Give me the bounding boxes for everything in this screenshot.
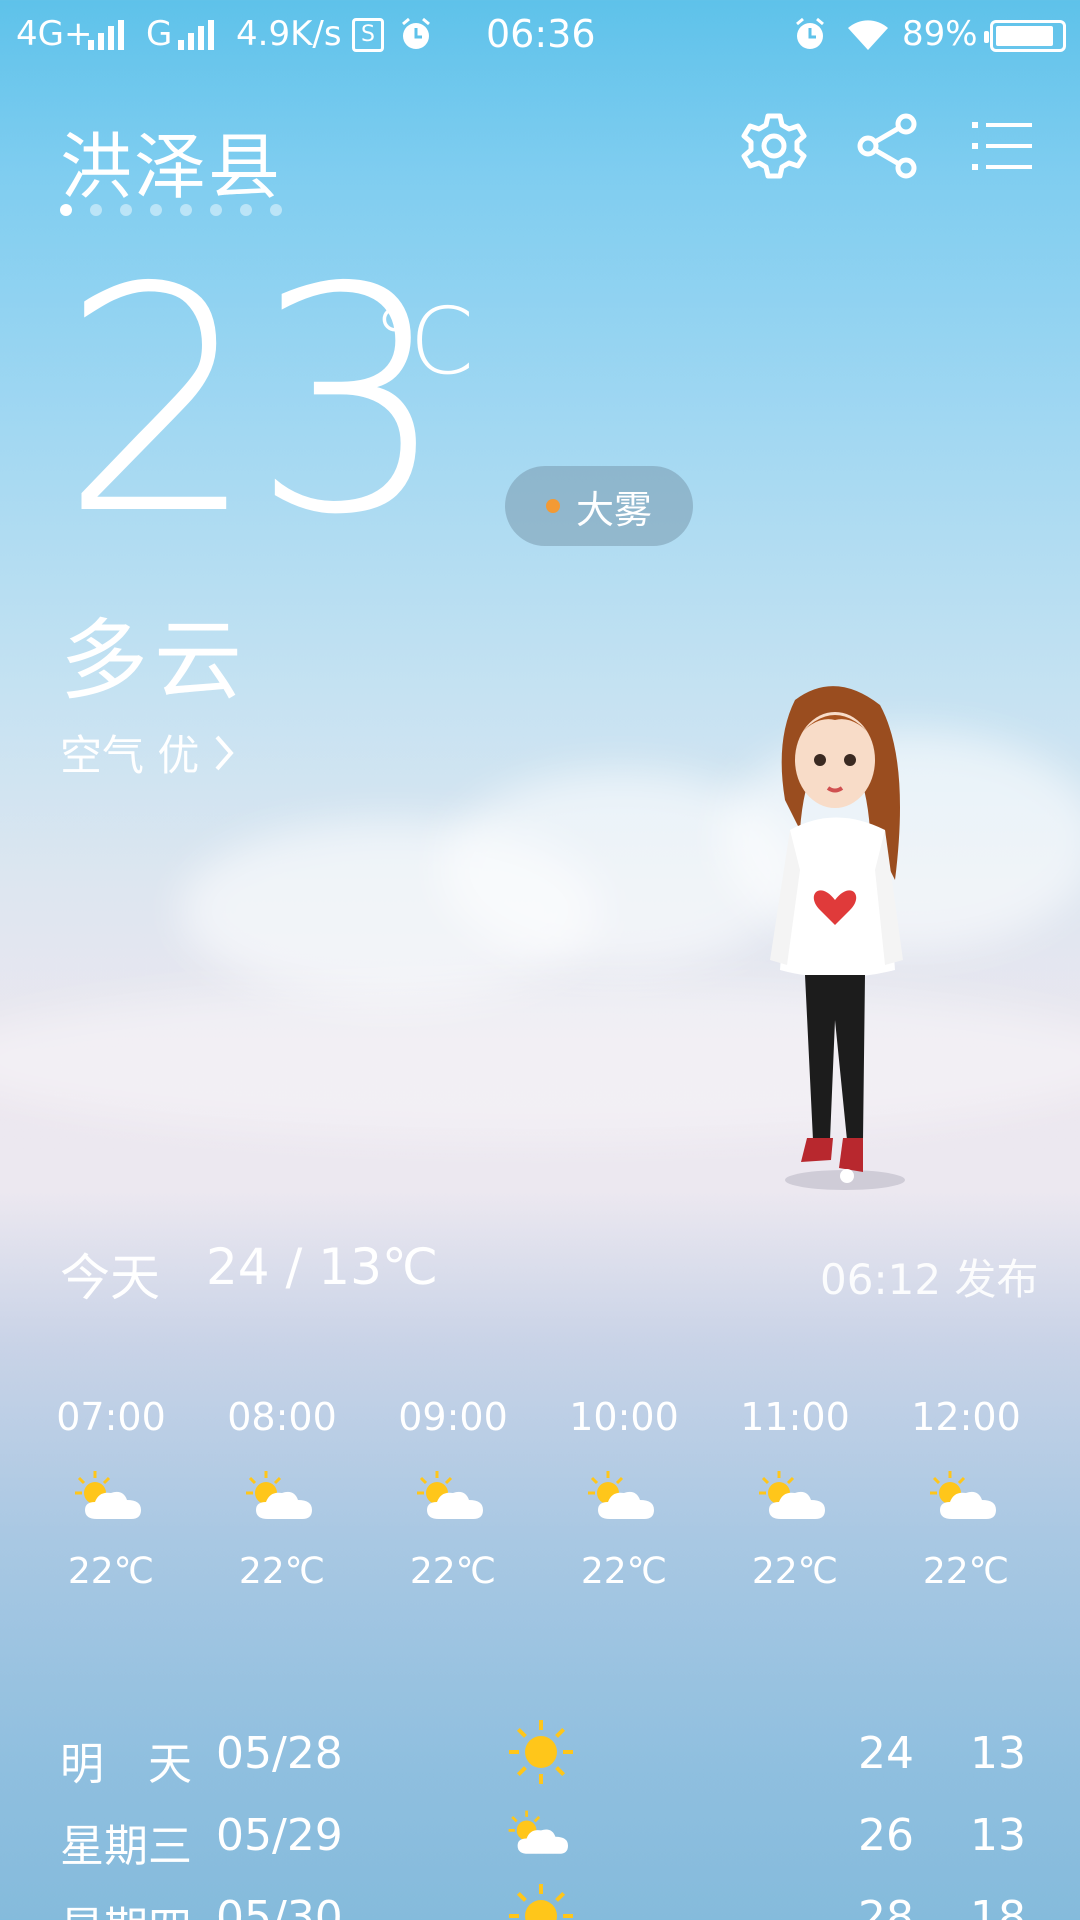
partly-cloudy-icon <box>584 1467 664 1527</box>
sun-icon <box>505 1880 577 1920</box>
alert-label: 大雾 <box>575 487 652 532</box>
publish-time: 06:12 发布 <box>820 1255 1039 1304</box>
share-icon[interactable] <box>852 110 924 182</box>
hourly-item: 11:00 22℃ <box>710 1395 880 1592</box>
page-dot <box>240 204 252 216</box>
alert-dot-icon <box>545 499 560 513</box>
day-high: 26 <box>858 1810 914 1861</box>
hourly-item: 12:00 22℃ <box>881 1395 1051 1592</box>
sun-icon <box>505 1716 577 1788</box>
battery-percent: 89% <box>902 14 978 54</box>
daily-row[interactable]: 星期三 05/29 26 13 <box>0 1810 1080 1890</box>
today-range: 24 / 13℃ <box>206 1238 439 1296</box>
daily-row[interactable]: 明 天 05/28 24 13 <box>0 1720 1080 1808</box>
alarm-icon <box>402 17 430 49</box>
partly-cloudy-icon <box>71 1467 151 1527</box>
list-icon[interactable] <box>966 110 1038 182</box>
page-dot <box>150 204 162 216</box>
network-speed: 4.9K/s <box>236 14 342 54</box>
hour-time: 08:00 <box>227 1395 337 1439</box>
day-date: 05/29 <box>216 1810 343 1861</box>
signal-strength-icon-2 <box>178 20 214 50</box>
partly-cloudy-icon <box>413 1467 493 1527</box>
today-label: 今天 <box>60 1249 160 1307</box>
page-dot <box>270 204 282 216</box>
hour-temp: 22℃ <box>67 1551 155 1592</box>
today-summary: 今天 24 / 13℃ <box>60 1238 438 1310</box>
air-quality-label: 空气 优 <box>60 731 200 780</box>
partly-cloudy-icon <box>505 1798 577 1870</box>
page-dot <box>120 204 132 216</box>
daily-row[interactable]: 星期四 05/30 28 18 <box>0 1884 1080 1920</box>
day-high: 28 <box>858 1892 914 1920</box>
hourly-item: 09:00 22℃ <box>368 1395 538 1592</box>
network-type-label-2: G <box>146 14 173 54</box>
hour-time: 10:00 <box>569 1395 679 1439</box>
air-quality-link[interactable]: 空气 优 <box>60 722 237 783</box>
hour-temp: 22℃ <box>409 1551 497 1592</box>
hourly-item: 10:00 22℃ <box>539 1395 709 1592</box>
hour-time: 07:00 <box>56 1395 166 1439</box>
hourly-item: 07:00 22℃ <box>26 1395 196 1592</box>
day-label: 明 天 <box>60 1739 192 1790</box>
day-high: 24 <box>858 1728 914 1779</box>
character-illustration <box>770 686 905 1190</box>
weather-condition: 多云 <box>60 609 249 712</box>
alarm-icon-2 <box>796 17 824 49</box>
hour-time: 09:00 <box>398 1395 508 1439</box>
page-dot <box>60 204 72 216</box>
partly-cloudy-icon <box>755 1467 835 1527</box>
day-date: 05/30 <box>216 1892 343 1920</box>
battery-icon <box>984 20 1066 52</box>
day-low: 13 <box>970 1728 1026 1779</box>
day-low: 13 <box>970 1810 1026 1861</box>
day-date: 05/28 <box>216 1728 343 1779</box>
day-label: 星期四 <box>60 1892 192 1920</box>
clock: 06:36 <box>486 12 596 56</box>
hour-temp: 22℃ <box>580 1551 668 1592</box>
page-dot <box>180 204 192 216</box>
hour-time: 12:00 <box>911 1395 1021 1439</box>
page-dot <box>90 204 102 216</box>
sim-icon: S <box>352 18 384 52</box>
signal-strength-icon <box>88 20 124 50</box>
partly-cloudy-icon <box>242 1467 322 1527</box>
partly-cloudy-icon <box>926 1467 1006 1527</box>
day-low: 18 <box>970 1892 1026 1920</box>
wifi-icon <box>848 20 888 50</box>
status-bar: 4G+ G 4.9K/s S 06:36 89% <box>0 0 1080 72</box>
hour-temp: 22℃ <box>751 1551 839 1592</box>
hour-temp: 22℃ <box>238 1551 326 1592</box>
page-indicator <box>60 204 282 216</box>
network-type-label: 4G+ <box>16 14 93 54</box>
city-name[interactable]: 洪泽县 <box>60 108 282 213</box>
gear-icon[interactable] <box>738 110 810 182</box>
chevron-right-icon <box>215 735 235 770</box>
weather-alert-badge[interactable]: 大雾 <box>505 466 693 546</box>
hour-time: 11:00 <box>740 1395 850 1439</box>
hourly-item: 08:00 22℃ <box>197 1395 367 1592</box>
page-dot <box>210 204 222 216</box>
day-label: 星期三 <box>60 1821 192 1872</box>
hour-temp: 22℃ <box>922 1551 1010 1592</box>
temperature-unit: ℃ <box>372 288 476 395</box>
